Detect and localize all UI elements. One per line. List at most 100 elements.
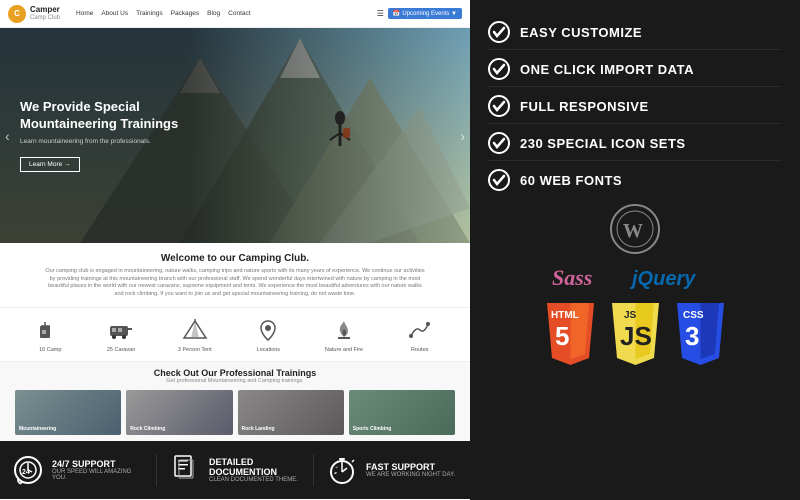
nav-about: About Us xyxy=(101,10,128,17)
svg-text:Sass: Sass xyxy=(552,265,592,290)
js-shield: JS JS xyxy=(608,303,663,370)
trainings-cards: Mountaineering Rock Climbing Rock Landin… xyxy=(15,390,455,435)
nav-trainings: Trainings xyxy=(136,10,163,17)
support-icon: 24 xyxy=(12,454,44,486)
hamburger-icon: ☰ xyxy=(377,9,384,18)
jquery-logo: jQuery xyxy=(630,261,720,297)
caravan-label: 25 Caravan xyxy=(107,347,135,353)
trainings-title: Check Out Our Professional Trainings xyxy=(15,368,455,378)
trainings-subtitle: Get professional Mountaineering and Camp… xyxy=(15,378,455,384)
hero-next-button[interactable]: › xyxy=(460,128,465,144)
tent-label: 3 Person Tent xyxy=(178,347,212,353)
routes-label: Routes xyxy=(406,347,434,353)
docs-sub: CLEAN DOCUMENTED THEME. xyxy=(209,477,301,483)
checkmark-icon-1 xyxy=(488,21,510,43)
logo-name: Camper xyxy=(30,6,60,15)
svg-text:W: W xyxy=(623,220,643,242)
nav-packages: Packages xyxy=(171,10,200,17)
welcome-title: Welcome to our Camping Club. xyxy=(20,253,450,264)
logo-sub: Camp Club xyxy=(30,15,60,21)
checkmark-icon-5 xyxy=(488,169,510,191)
caravan-icon xyxy=(107,316,135,344)
card-label-1: Mountaineering xyxy=(19,426,56,432)
bottom-support: 24 24/7 SUPPORT OUR SPEED WILL AMAZING Y… xyxy=(0,454,157,486)
hero-title: We Provide SpecialMountaineering Trainin… xyxy=(20,99,178,133)
feature-web-fonts: 60 WEB FONTS xyxy=(488,163,782,197)
nav-blog: Blog xyxy=(207,10,220,17)
tech-logos-section: W Sass jQuery 5 HTM xyxy=(488,203,782,370)
training-card-1: Mountaineering xyxy=(15,390,121,435)
card-label-3: Rock Landing xyxy=(242,426,275,432)
nav-right: ☰ 📅 Upcoming Events ▼ xyxy=(377,8,462,19)
html5-shield-icon: 5 HTML xyxy=(543,303,598,368)
hero-content: We Provide SpecialMountaineering Trainin… xyxy=(0,79,198,192)
events-button[interactable]: 📅 Upcoming Events ▼ xyxy=(388,8,462,19)
location-label: Locations xyxy=(254,347,282,353)
icon-fire: Nature and Fire xyxy=(325,316,363,353)
welcome-section: Welcome to our Camping Club. Our camping… xyxy=(0,243,470,308)
events-label: Upcoming Events ▼ xyxy=(402,11,457,17)
bottom-fast: FAST SUPPORT WE ARE WORKING NIGHT DAY. xyxy=(314,454,470,486)
features-panel: EASY CUSTOMIZE ONE CLICK IMPORT DATA FUL… xyxy=(470,0,800,500)
icon-tent: 3 Person Tent xyxy=(178,316,212,353)
css3-shield: 3 CSS xyxy=(673,303,728,370)
calendar-icon: 📅 xyxy=(393,10,400,17)
svg-text:JS: JS xyxy=(620,321,652,351)
card-label-2: Rock Climbing xyxy=(130,426,165,432)
svg-text:HTML: HTML xyxy=(551,310,579,321)
fast-support-icon xyxy=(326,454,358,486)
trainings-section: Check Out Our Professional Trainings Get… xyxy=(0,362,470,441)
icon-caravan: 25 Caravan xyxy=(107,316,135,353)
hero-prev-button[interactable]: ‹ xyxy=(5,128,10,144)
feature-label-2: ONE CLICK IMPORT DATA xyxy=(520,62,694,77)
docs-title: DETAILED DOCUMENTION xyxy=(209,457,301,477)
tech-shields: 5 HTML JS JS 3 xyxy=(543,303,728,370)
routes-icon xyxy=(406,316,434,344)
svg-text:3: 3 xyxy=(685,321,699,351)
feature-icon-sets: 230 SPECIAL ICON SETS xyxy=(488,126,782,161)
fire-label: Nature and Fire xyxy=(325,347,363,353)
training-card-4: Sports Climbing xyxy=(349,390,455,435)
icon-camp: 10 Camp xyxy=(36,316,64,353)
hero-subtitle: Learn mountaineering from the profession… xyxy=(20,138,178,145)
welcome-text: Our camping club is engaged in mountaine… xyxy=(45,268,425,299)
icons-row: 10 Camp 25 Caravan xyxy=(0,308,470,362)
feature-label-5: 60 WEB FONTS xyxy=(520,173,622,188)
css3-shield-icon: 3 CSS xyxy=(673,303,728,368)
support-title: 24/7 SUPPORT xyxy=(52,459,144,469)
html5-shield: 5 HTML xyxy=(543,303,598,370)
navbar: C Camper Camp Club Home About Us Trainin… xyxy=(0,0,470,28)
fast-text: FAST SUPPORT WE ARE WORKING NIGHT DAY. xyxy=(366,462,455,478)
website-preview: C Camper Camp Club Home About Us Trainin… xyxy=(0,0,470,500)
svg-text:5: 5 xyxy=(555,321,569,351)
hero-section: We Provide SpecialMountaineering Trainin… xyxy=(0,28,470,243)
script-logos: Sass jQuery xyxy=(550,261,720,297)
camp-icon xyxy=(36,316,64,344)
nav-links: Home About Us Trainings Packages Blog Co… xyxy=(76,10,251,17)
feature-easy-customize: EASY CUSTOMIZE xyxy=(488,15,782,50)
icon-location: Locations xyxy=(254,316,282,353)
checkmark-icon-4 xyxy=(488,132,510,154)
location-icon xyxy=(254,316,282,344)
checkmark-icon-3 xyxy=(488,95,510,117)
fire-icon xyxy=(330,316,358,344)
feature-one-click: ONE CLICK IMPORT DATA xyxy=(488,52,782,87)
nav-contact: Contact xyxy=(228,10,250,17)
support-text: 24/7 SUPPORT OUR SPEED WILL AMAZING YOU. xyxy=(52,459,144,481)
js-shield-icon: JS JS xyxy=(608,303,663,368)
feature-full-responsive: FULL RESPONSIVE xyxy=(488,89,782,124)
camp-label: 10 Camp xyxy=(36,347,64,353)
sass-logo: Sass xyxy=(550,261,620,297)
svg-text:JS: JS xyxy=(624,310,637,321)
svg-text:jQuery: jQuery xyxy=(630,268,696,290)
bottom-bar: 24 24/7 SUPPORT OUR SPEED WILL AMAZING Y… xyxy=(0,441,470,499)
nav-home: Home xyxy=(76,10,93,17)
logo-icon: C xyxy=(8,5,26,23)
support-sub: OUR SPEED WILL AMAZING YOU. xyxy=(52,469,144,481)
logo-text-block: Camper Camp Club xyxy=(30,6,60,21)
svg-text:CSS: CSS xyxy=(683,310,704,321)
tent-icon xyxy=(181,316,209,344)
training-card-2: Rock Climbing xyxy=(126,390,232,435)
hero-learn-more-button[interactable]: Learn More → xyxy=(20,157,80,172)
wordpress-logo: W xyxy=(609,203,661,255)
